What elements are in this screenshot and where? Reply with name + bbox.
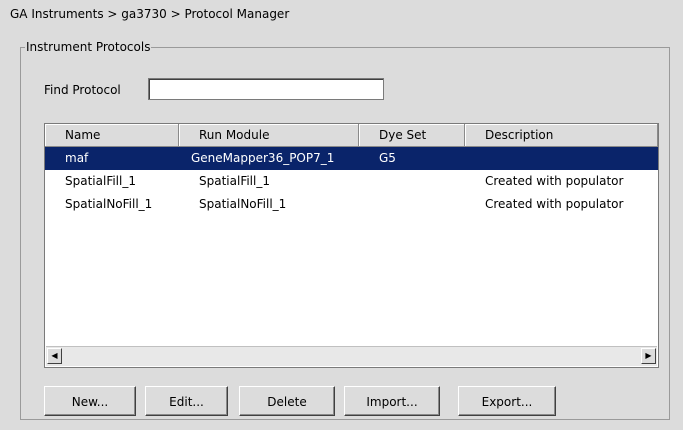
breadcrumb: GA Instruments > ga3730 > Protocol Manag…	[10, 7, 290, 21]
cell-dye-set: G5	[379, 151, 396, 165]
column-header-run-module[interactable]: Run Module	[179, 124, 359, 146]
find-protocol-input[interactable]	[148, 78, 384, 100]
table-row[interactable]: SpatialFill_1 SpatialFill_1 Created with…	[45, 170, 658, 193]
table-header: Name Run Module Dye Set Description	[45, 124, 658, 147]
delete-button[interactable]: Delete	[239, 386, 335, 416]
scroll-right-icon[interactable]: ▶	[641, 348, 656, 364]
scroll-left-icon[interactable]: ◀	[47, 348, 62, 364]
find-protocol-label: Find Protocol	[44, 83, 121, 97]
column-header-name[interactable]: Name	[45, 124, 179, 146]
cell-run-module: GeneMapper36_POP7_1	[191, 151, 335, 165]
horizontal-scrollbar[interactable]: ◀ ▶	[46, 346, 657, 366]
protocols-table: Name Run Module Dye Set Description maf …	[44, 123, 659, 368]
table-row[interactable]: SpatialNoFill_1 SpatialNoFill_1 Created …	[45, 193, 658, 216]
group-title: Instrument Protocols	[26, 40, 151, 54]
column-header-dye-set[interactable]: Dye Set	[359, 124, 465, 146]
cell-description	[465, 147, 658, 170]
edit-button[interactable]: Edit...	[145, 386, 228, 416]
cell-description: Created with populator	[485, 197, 624, 211]
cell-name: SpatialNoFill_1	[65, 197, 153, 211]
table-row[interactable]: maf GeneMapper36_POP7_1 G5	[45, 147, 658, 170]
new-button[interactable]: New...	[44, 386, 136, 416]
export-button[interactable]: Export...	[458, 386, 556, 416]
cell-run-module: SpatialFill_1	[199, 174, 270, 188]
cell-name: SpatialFill_1	[65, 174, 136, 188]
cell-dye-set	[359, 170, 465, 193]
cell-description: Created with populator	[485, 174, 624, 188]
import-button[interactable]: Import...	[344, 386, 440, 416]
column-header-description[interactable]: Description	[465, 124, 658, 146]
cell-run-module: SpatialNoFill_1	[199, 197, 287, 211]
cell-name: maf	[65, 151, 89, 165]
cell-dye-set	[359, 193, 465, 216]
